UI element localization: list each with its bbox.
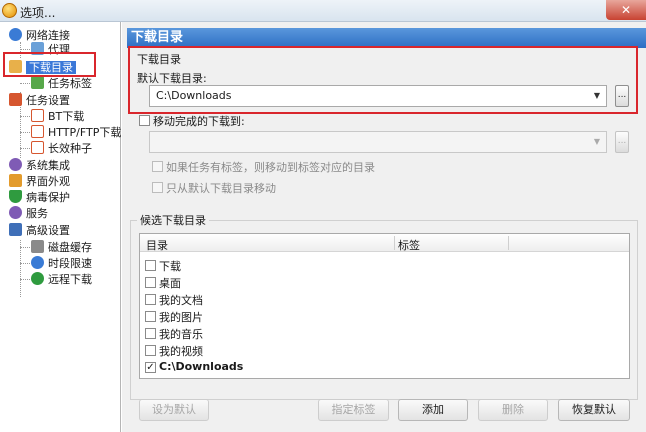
- tree-item-speed-limit[interactable]: 时段限速: [31, 256, 92, 272]
- tree-item-seeds[interactable]: 长效种子: [31, 141, 92, 157]
- candidate-title: 候选下载目录: [137, 212, 209, 228]
- tree-item-task-tags[interactable]: 任务标签: [31, 76, 92, 92]
- shield-icon: [9, 190, 22, 203]
- move-completed-label: 移动完成的下载到:: [153, 115, 245, 128]
- list-item[interactable]: 我的音乐: [159, 326, 203, 342]
- task-icon: [9, 93, 22, 106]
- candidate-checkbox[interactable]: [145, 311, 156, 322]
- restore-default-button[interactable]: 恢复默认: [558, 399, 630, 421]
- tag-icon: [31, 76, 44, 89]
- tree-item-task-settings[interactable]: 任务设置: [9, 93, 70, 109]
- move-completed-combo[interactable]: ▼: [149, 131, 607, 153]
- title-bar: 选项... ✕: [0, 0, 646, 22]
- chevron-down-icon[interactable]: ▼: [590, 135, 604, 149]
- window-title: 选项...: [20, 6, 56, 20]
- tree-item-integration[interactable]: 系统集成: [9, 158, 70, 174]
- column-separator[interactable]: [508, 236, 509, 250]
- tree-item-advanced[interactable]: 高级设置: [9, 223, 70, 239]
- advanced-icon: [9, 223, 22, 236]
- tree-item-appearance[interactable]: 界面外观: [9, 174, 70, 190]
- tag-move-label: 如果任务有标签，则移动到标签对应的目录: [166, 161, 375, 174]
- tree-item-bt[interactable]: BT下载: [31, 109, 84, 125]
- settings-tree: 网络连接 代理 下载目录 任务标签 任务设置 BT下载 HTTP/FTP下载 长…: [0, 22, 121, 432]
- highlight-box-tree: [3, 52, 96, 77]
- tree-item-service[interactable]: 服务: [9, 206, 48, 222]
- list-item[interactable]: C:\Downloads: [159, 360, 243, 373]
- candidate-checkbox[interactable]: [145, 328, 156, 339]
- panel-header: 下载目录: [127, 28, 646, 48]
- tag-move-checkbox[interactable]: [152, 161, 163, 172]
- list-item[interactable]: 我的文档: [159, 292, 203, 308]
- column-separator[interactable]: [394, 236, 395, 250]
- candidate-checkbox-checked[interactable]: ✓: [145, 362, 156, 373]
- browse-move-button[interactable]: ...: [615, 131, 629, 153]
- move-completed-checkbox[interactable]: [139, 115, 150, 126]
- remote-icon: [31, 272, 44, 285]
- column-tag[interactable]: 标签: [398, 237, 420, 253]
- list-item[interactable]: 下载: [159, 258, 181, 274]
- highlight-box-panel: [128, 46, 638, 114]
- candidate-checkbox[interactable]: [145, 294, 156, 305]
- service-icon: [9, 206, 22, 219]
- only-default-checkbox[interactable]: [152, 182, 163, 193]
- add-button[interactable]: 添加: [398, 399, 468, 421]
- list-item[interactable]: 我的图片: [159, 309, 203, 325]
- tree-item-http-ftp[interactable]: HTTP/FTP下载: [31, 125, 121, 141]
- assign-tag-button[interactable]: 指定标签: [318, 399, 389, 421]
- close-button[interactable]: ✕: [606, 0, 646, 20]
- candidate-checkbox[interactable]: [145, 345, 156, 356]
- tree-item-remote[interactable]: 远程下载: [31, 272, 92, 288]
- delete-button[interactable]: 删除: [478, 399, 548, 421]
- list-header: 目录 标签: [140, 234, 629, 252]
- integration-icon: [9, 158, 22, 171]
- seed-icon: [31, 141, 44, 154]
- tree-item-antivirus[interactable]: 病毒保护: [9, 190, 70, 206]
- list-item[interactable]: 我的视频: [159, 343, 203, 359]
- tree-item-disk-cache[interactable]: 磁盘缓存: [31, 240, 92, 256]
- column-dir[interactable]: 目录: [146, 237, 168, 253]
- candidate-checkbox[interactable]: [145, 260, 156, 271]
- disk-icon: [31, 240, 44, 253]
- clock-icon: [31, 256, 44, 269]
- list-item[interactable]: 桌面: [159, 275, 181, 291]
- globe-icon: [9, 28, 22, 41]
- only-default-label: 只从默认下载目录移动: [166, 182, 276, 195]
- app-logo-icon: [2, 3, 17, 18]
- appearance-icon: [9, 174, 22, 187]
- set-default-button[interactable]: 设为默认: [139, 399, 209, 421]
- candidate-list[interactable]: 目录 标签 下载 桌面 我的文档 我的图片 我的音乐 我的视频 ✓ C:\Dow…: [139, 233, 630, 379]
- options-window: 选项... ✕ 网络连接 代理 下载目录 任务标签 任务设置 BT下载 HTTP…: [0, 0, 646, 432]
- http-icon: [31, 125, 44, 138]
- bt-icon: [31, 109, 44, 122]
- candidate-checkbox[interactable]: [145, 277, 156, 288]
